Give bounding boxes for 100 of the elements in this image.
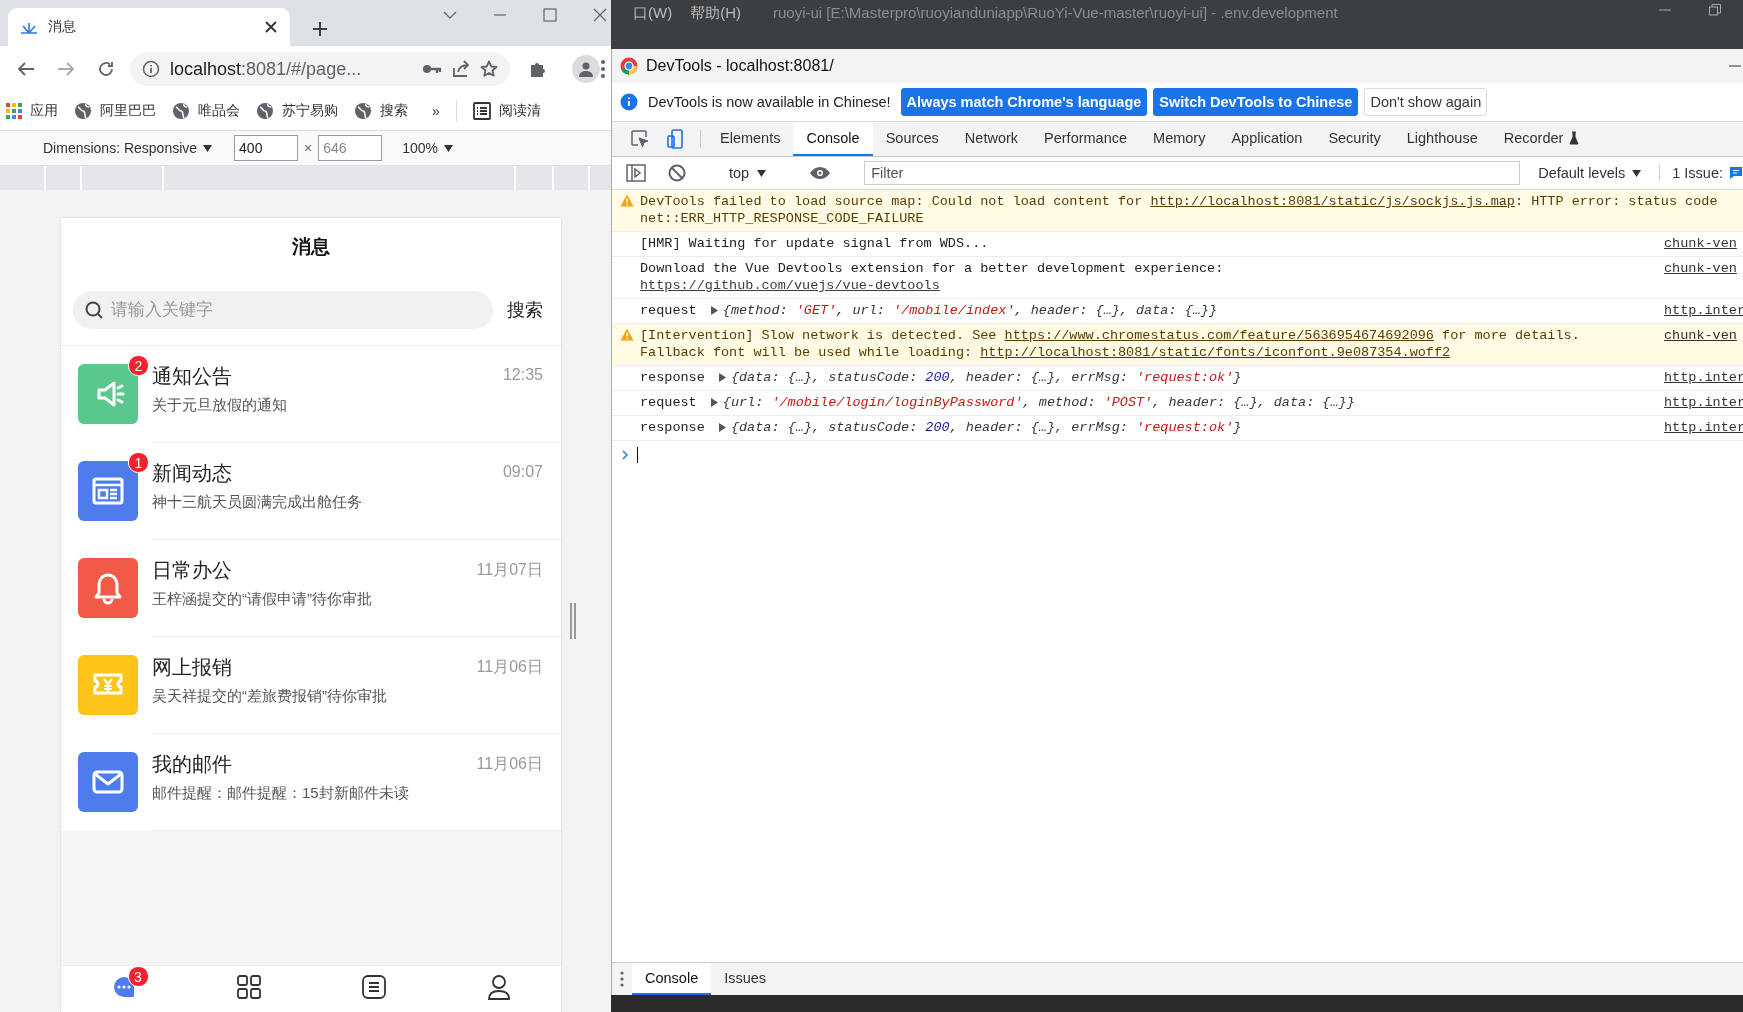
source-link[interactable]: http.inter [1664, 394, 1743, 411]
source-link[interactable]: chunk-ven [1664, 327, 1743, 361]
bookmarks-overflow[interactable]: » [432, 103, 440, 119]
height-field[interactable]: 646 [318, 135, 383, 161]
clear-icon[interactable] [668, 164, 686, 182]
bookmark[interactable]: 唯品会 [172, 102, 240, 120]
log-link[interactable]: http://localhost:8081/static/fonts/iconfont.9e087354.woff2 [980, 344, 1451, 361]
devtools-tab[interactable]: Performance [1031, 122, 1141, 156]
dimensions-dropdown[interactable]: Dimensions: Responsive [43, 140, 213, 156]
reading-list[interactable]: 阅读清 [472, 102, 541, 120]
source-link[interactable]: http.inter [1664, 369, 1743, 386]
expand-icon[interactable] [709, 306, 718, 315]
puzzle-icon[interactable] [529, 60, 547, 78]
log-text: Fallback font will be used while loading: [640, 344, 974, 361]
apps-grid-icon [6, 103, 22, 119]
more-icon[interactable] [600, 59, 606, 79]
log-link[interactable]: https://www.chromestatus.com/feature/5636954674692096 [1004, 327, 1434, 344]
object-preview[interactable]: {url: '/mobile/login/loginByPassword', method: 'POST', header: {…}, data: {…}} [722, 394, 1355, 411]
close-icon[interactable] [264, 20, 278, 34]
search-button[interactable]: 搜索 [507, 298, 543, 322]
levels-dropdown[interactable]: Default levels [1526, 165, 1654, 181]
log-text: DevTools failed to load source map: Could not load content for [640, 193, 1144, 210]
devtools-tab[interactable]: Lighthouse [1393, 122, 1491, 156]
prompt-chevron-icon [622, 450, 629, 460]
log-link[interactable]: http://localhost:8081/static/js/sockjs.js.map [1150, 193, 1515, 210]
caret-icon [1632, 169, 1642, 177]
more-icon[interactable] [620, 971, 624, 987]
reload-icon[interactable] [97, 60, 115, 78]
bookmark[interactable]: 苏宁易购 [256, 102, 338, 120]
browser-tab[interactable]: 消息 [8, 8, 290, 46]
category-tile[interactable] [78, 752, 138, 812]
devtools-tab[interactable]: Sources [872, 122, 952, 156]
zoom-dropdown[interactable]: 100% [402, 140, 454, 156]
devtools-tab[interactable]: Console [793, 122, 873, 156]
object-preview[interactable]: {data: {…}, statusCode: 200, header: {…}, errMsg: 'request:ok'} [730, 369, 1242, 386]
inspect-icon[interactable] [630, 129, 650, 149]
expand-icon[interactable] [717, 373, 726, 382]
source-link[interactable]: chunk-ven [1664, 235, 1743, 252]
plus-icon[interactable] [312, 21, 328, 37]
chrome-logo-icon [620, 57, 638, 75]
search-field[interactable]: 请输入关键字 [73, 291, 493, 329]
log-link[interactable]: https://github.com/vuejs/vue-devtools [640, 277, 940, 294]
log-text: response [640, 419, 706, 436]
grid-icon[interactable] [235, 974, 262, 1000]
source-link[interactable]: http.inter [1664, 419, 1743, 436]
text-cursor [637, 447, 638, 463]
infobar-button[interactable]: Don't show again [1364, 88, 1488, 116]
context-dropdown[interactable]: top [719, 165, 777, 181]
source-link[interactable]: chunk-ven [1664, 260, 1743, 294]
restore-icon[interactable] [1709, 4, 1721, 16]
devtools-tab[interactable]: Recorder [1490, 122, 1593, 156]
category-tile[interactable] [78, 655, 138, 715]
log-text: [HMR] Waiting for update signal from WDS... [640, 235, 989, 252]
message-title[interactable]: 新闻动态 [152, 460, 232, 487]
object-preview[interactable]: {data: {…}, statusCode: 200, header: {…}, errMsg: 'request:ok'} [730, 419, 1242, 436]
bookmark[interactable]: 搜索 [354, 102, 408, 120]
devtools-tab[interactable]: Network [951, 122, 1032, 156]
share-icon[interactable] [452, 60, 470, 78]
devtools-tab[interactable]: Security [1315, 122, 1394, 156]
profile-avatar[interactable] [572, 55, 600, 83]
drawer-tab[interactable]: Issues [711, 963, 780, 995]
drawer-tab[interactable]: Console [632, 963, 712, 995]
filter-field[interactable]: Filter [864, 161, 1521, 185]
times-sign: × [304, 140, 313, 156]
object-preview[interactable]: {method: 'GET', url: '/mobile/index', header: {…}, data: {…}} [722, 302, 1218, 319]
width-field[interactable]: 400 [234, 135, 299, 161]
globe-icon [354, 102, 372, 120]
star-icon[interactable] [480, 60, 498, 78]
bookmark[interactable]: 阿里巴巴 [74, 102, 156, 120]
menu-item[interactable]: 口(W) [633, 4, 673, 23]
resize-handle[interactable] [570, 603, 576, 639]
info-icon[interactable] [142, 60, 160, 78]
message-preview: 关于元旦放假的通知 [152, 396, 288, 415]
sidebar-icon[interactable] [626, 164, 646, 182]
infobar-button[interactable]: Switch DevTools to Chinese [1153, 88, 1359, 116]
menu-item[interactable]: 帮助(H) [690, 4, 741, 23]
log-text: request [640, 302, 698, 319]
eye-icon[interactable] [809, 166, 832, 180]
source-link[interactable]: http.inter [1664, 302, 1743, 319]
expand-icon[interactable] [717, 423, 726, 432]
warning-icon [620, 328, 634, 341]
device-icon[interactable] [666, 129, 686, 149]
message-title[interactable]: 通知公告 [152, 363, 232, 390]
key-icon[interactable] [422, 63, 442, 75]
document-icon[interactable] [360, 974, 387, 1000]
category-tile[interactable] [78, 558, 138, 618]
devtools-tab[interactable]: Application [1218, 122, 1316, 156]
message-title[interactable]: 我的邮件 [152, 751, 232, 778]
back-arrow-icon[interactable] [17, 61, 35, 77]
chevron-down-icon[interactable] [443, 11, 457, 19]
issues-counter[interactable]: 1 Issue: [1659, 165, 1743, 181]
devtools-tab[interactable]: Memory [1140, 122, 1219, 156]
message-title[interactable]: 日常办公 [152, 557, 232, 584]
message-title[interactable]: 网上报销 [152, 654, 232, 681]
expand-icon[interactable] [709, 398, 718, 407]
infobar-button[interactable]: Always match Chrome's language [900, 88, 1148, 116]
bookmark[interactable]: 应用 [6, 102, 58, 120]
info-icon [620, 93, 638, 111]
devtools-tab[interactable]: Elements [707, 122, 794, 156]
person-icon[interactable] [485, 974, 512, 1000]
